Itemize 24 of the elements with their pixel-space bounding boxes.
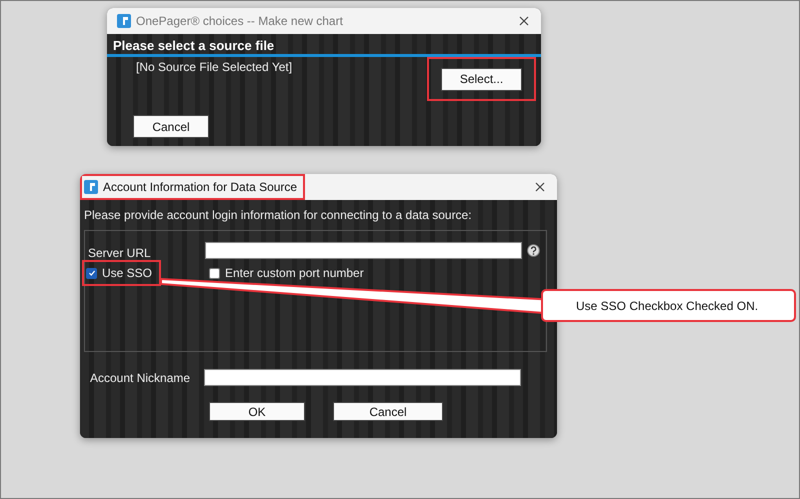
help-icon[interactable] [527,244,540,256]
field-label: Account Nickname [90,370,192,384]
field-label: Server URL [87,246,152,260]
instruction-text: Please provide account login information for connecting to a data source: [83,208,473,222]
server-url-field[interactable] [205,242,522,258]
close-icon[interactable] [519,16,529,26]
checkbox-label[interactable]: Use SSO [102,266,152,280]
checkbox-label[interactable]: Enter custom port number [225,266,364,280]
app-logo-icon [84,180,98,194]
callout: Use SSO Checkbox Checked ON. [541,289,796,322]
cancel-button[interactable]: Cancel [133,115,209,138]
select-button[interactable]: Select... [441,68,522,90]
app-logo-icon [117,14,131,28]
close-icon[interactable] [535,182,545,192]
checkbox-square[interactable] [209,268,220,278]
cancel-button[interactable]: Cancel [333,402,443,421]
section-heading: Please select a source file [107,34,541,57]
checkmark-icon [88,269,96,277]
file-status-text: [No Source File Selected Yet] [136,60,292,74]
checkbox-square[interactable] [86,268,97,278]
window-title: OnePager® choices -- Make new chart [136,14,343,28]
window-title: Account Information for Data Source [103,180,298,194]
ok-button[interactable]: OK [209,402,305,421]
account-nickname-field[interactable] [204,369,521,386]
